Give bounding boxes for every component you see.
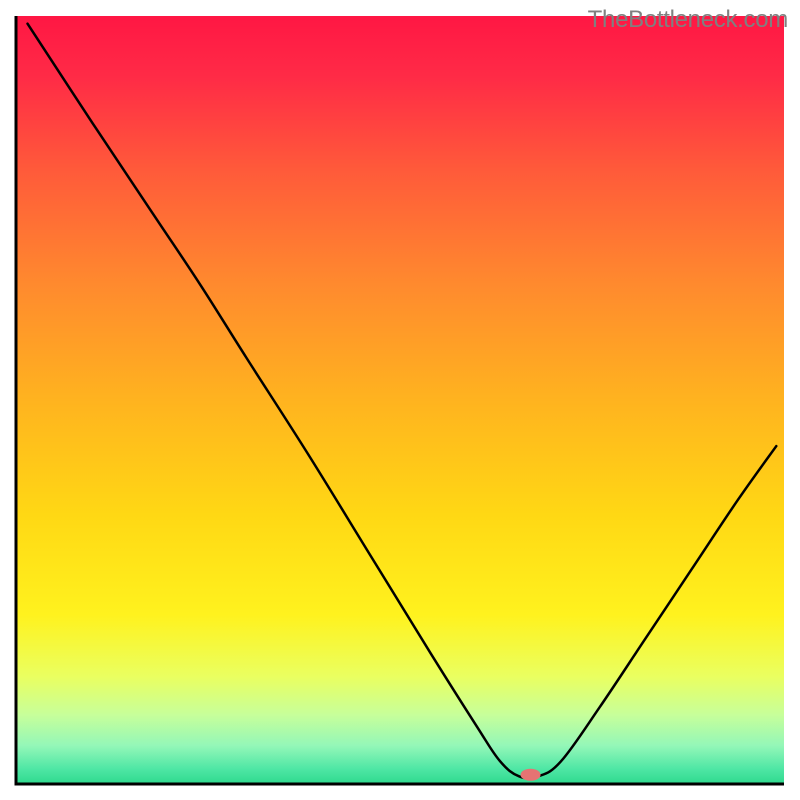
watermark-text: TheBottleneck.com [588, 6, 788, 34]
chart-container: TheBottleneck.com [0, 0, 800, 800]
minimum-marker [521, 769, 541, 781]
gradient-background [16, 16, 784, 784]
bottleneck-chart [0, 0, 800, 800]
